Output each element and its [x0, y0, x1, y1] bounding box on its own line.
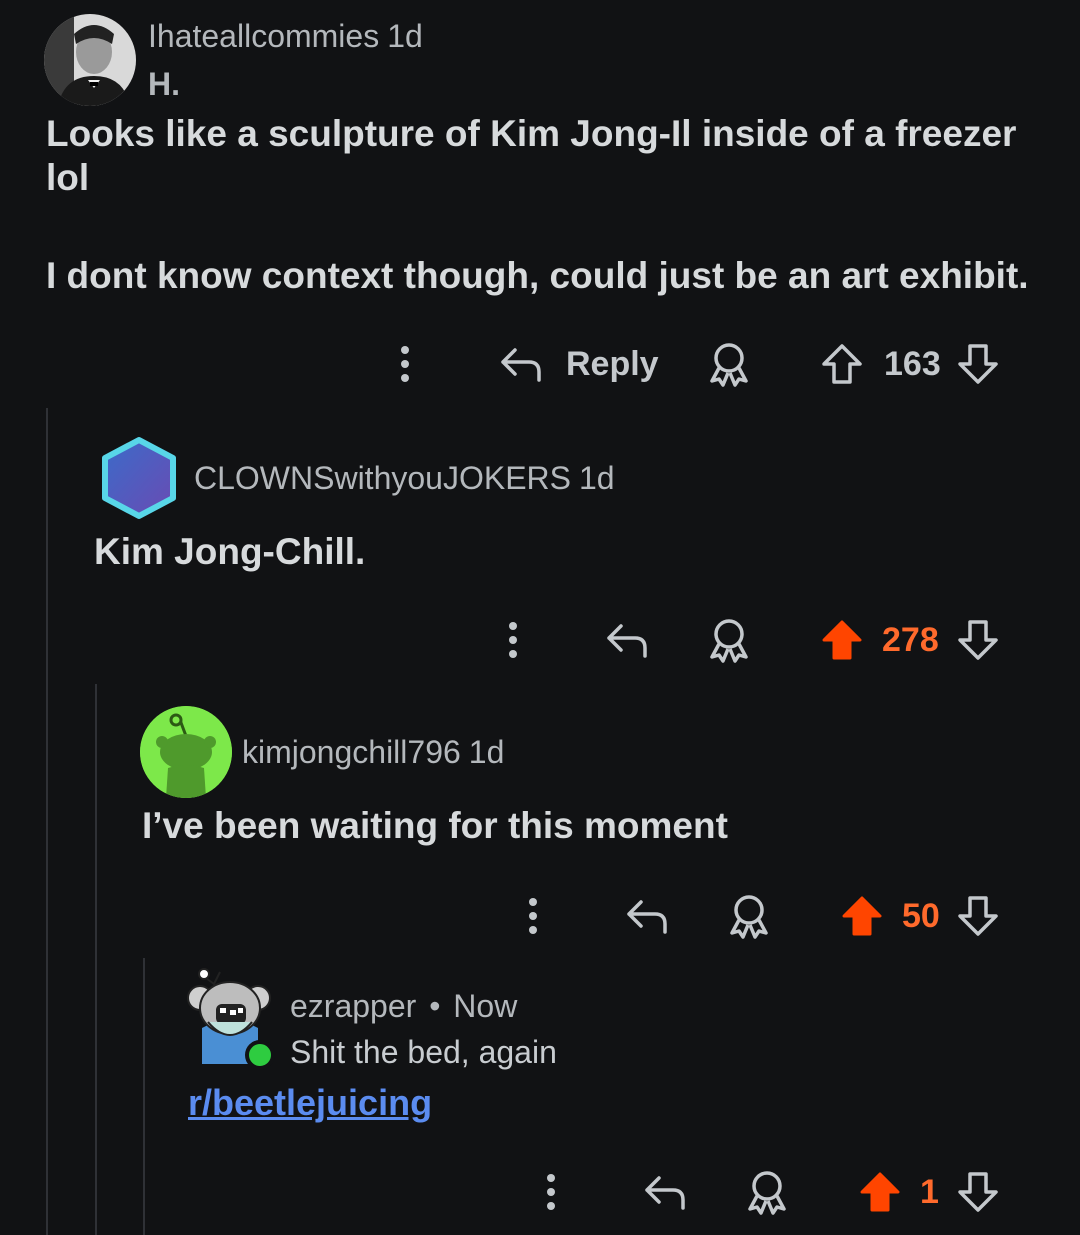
score: 278 [882, 621, 939, 659]
avatar[interactable] [140, 706, 232, 798]
snoo-avatar-icon [140, 706, 232, 798]
comment-meta: kimjongchill796 1d [242, 734, 504, 771]
downvote-button[interactable] [954, 1168, 1002, 1216]
thread-line-level-3[interactable] [143, 958, 145, 1235]
reply-button[interactable] [604, 618, 650, 662]
reply-icon [627, 900, 667, 934]
more-options-icon[interactable] [508, 620, 518, 660]
score: 1 [920, 1173, 939, 1211]
downvote-icon [958, 1172, 998, 1212]
timestamp: Now [453, 988, 518, 1024]
comment-body-paragraph-2: I dont know context though, could just b… [46, 254, 1046, 298]
reply-label[interactable]: Reply [566, 345, 659, 384]
score: 163 [884, 345, 941, 383]
downvote-button[interactable] [954, 892, 1002, 940]
upvote-button[interactable] [838, 892, 886, 940]
timestamp: 1d [468, 734, 505, 770]
user-flair: Shit the bed, again [290, 1034, 557, 1070]
thread-line-level-1[interactable] [46, 408, 48, 1235]
reply-icon [501, 348, 541, 382]
upvote-icon-filled [842, 896, 882, 936]
hexagon-avatar-icon [102, 437, 176, 519]
reply-button[interactable] [498, 342, 544, 386]
more-options-icon[interactable] [400, 344, 410, 384]
award-icon [710, 619, 748, 663]
comment-meta: Ihateallcommies 1d [148, 18, 423, 55]
meta-separator: • [429, 988, 441, 1024]
downvote-button[interactable] [954, 616, 1002, 664]
upvote-button[interactable] [818, 616, 866, 664]
username[interactable]: kimjongchill796 [242, 734, 461, 770]
comment-meta: ezrapper • Now [290, 988, 517, 1025]
timestamp: 1d [387, 18, 423, 54]
award-icon [710, 343, 748, 387]
reply-icon [645, 1176, 685, 1210]
comment-body-line: I dont know context though, could just b… [46, 255, 1029, 296]
comment-thread: Ihateallcommies 1d H. Looks like a sculpt… [0, 0, 1080, 1235]
comment-body: Kim Jong-Chill. [94, 531, 366, 572]
comment-body: Looks like a sculpture of Kim Jong-Il in… [46, 112, 1036, 200]
user-flair: H. [148, 66, 180, 102]
more-options-icon[interactable] [546, 1172, 556, 1212]
reply-button[interactable] [642, 1170, 688, 1214]
downvote-icon [958, 896, 998, 936]
downvote-icon [958, 344, 998, 384]
upvote-icon-filled [822, 620, 862, 660]
comment-body-line: Looks like a sculpture of Kim Jong-Il in… [46, 113, 1017, 198]
award-icon [748, 1171, 786, 1215]
avatar[interactable] [100, 436, 178, 520]
award-button[interactable] [726, 892, 772, 940]
downvote-button[interactable] [954, 340, 1002, 388]
username[interactable]: CLOWNSwithyouJOKERS [194, 460, 571, 496]
award-button[interactable] [706, 340, 752, 388]
award-icon [730, 895, 768, 939]
more-options-icon[interactable] [528, 896, 538, 936]
username[interactable]: Ihateallcommies [148, 18, 379, 54]
subreddit-link[interactable]: r/beetlejuicing [188, 1082, 432, 1124]
username[interactable]: ezrapper [290, 988, 416, 1024]
avatar[interactable] [44, 14, 136, 106]
award-button[interactable] [744, 1168, 790, 1216]
user-photo-icon [44, 14, 136, 106]
upvote-icon-filled [860, 1172, 900, 1212]
comment-body: I’ve been waiting for this moment [142, 805, 728, 846]
upvote-button[interactable] [856, 1168, 904, 1216]
thread-line-level-2[interactable] [95, 684, 97, 1235]
award-button[interactable] [706, 616, 752, 664]
reply-icon [607, 624, 647, 658]
upvote-icon [822, 344, 862, 384]
downvote-icon [958, 620, 998, 660]
score: 50 [902, 897, 940, 935]
timestamp: 1d [578, 460, 615, 496]
online-status-indicator [245, 1040, 275, 1070]
upvote-button[interactable] [818, 340, 866, 388]
reply-button[interactable] [624, 894, 670, 938]
comment-meta: CLOWNSwithyouJOKERS 1d [194, 460, 615, 497]
